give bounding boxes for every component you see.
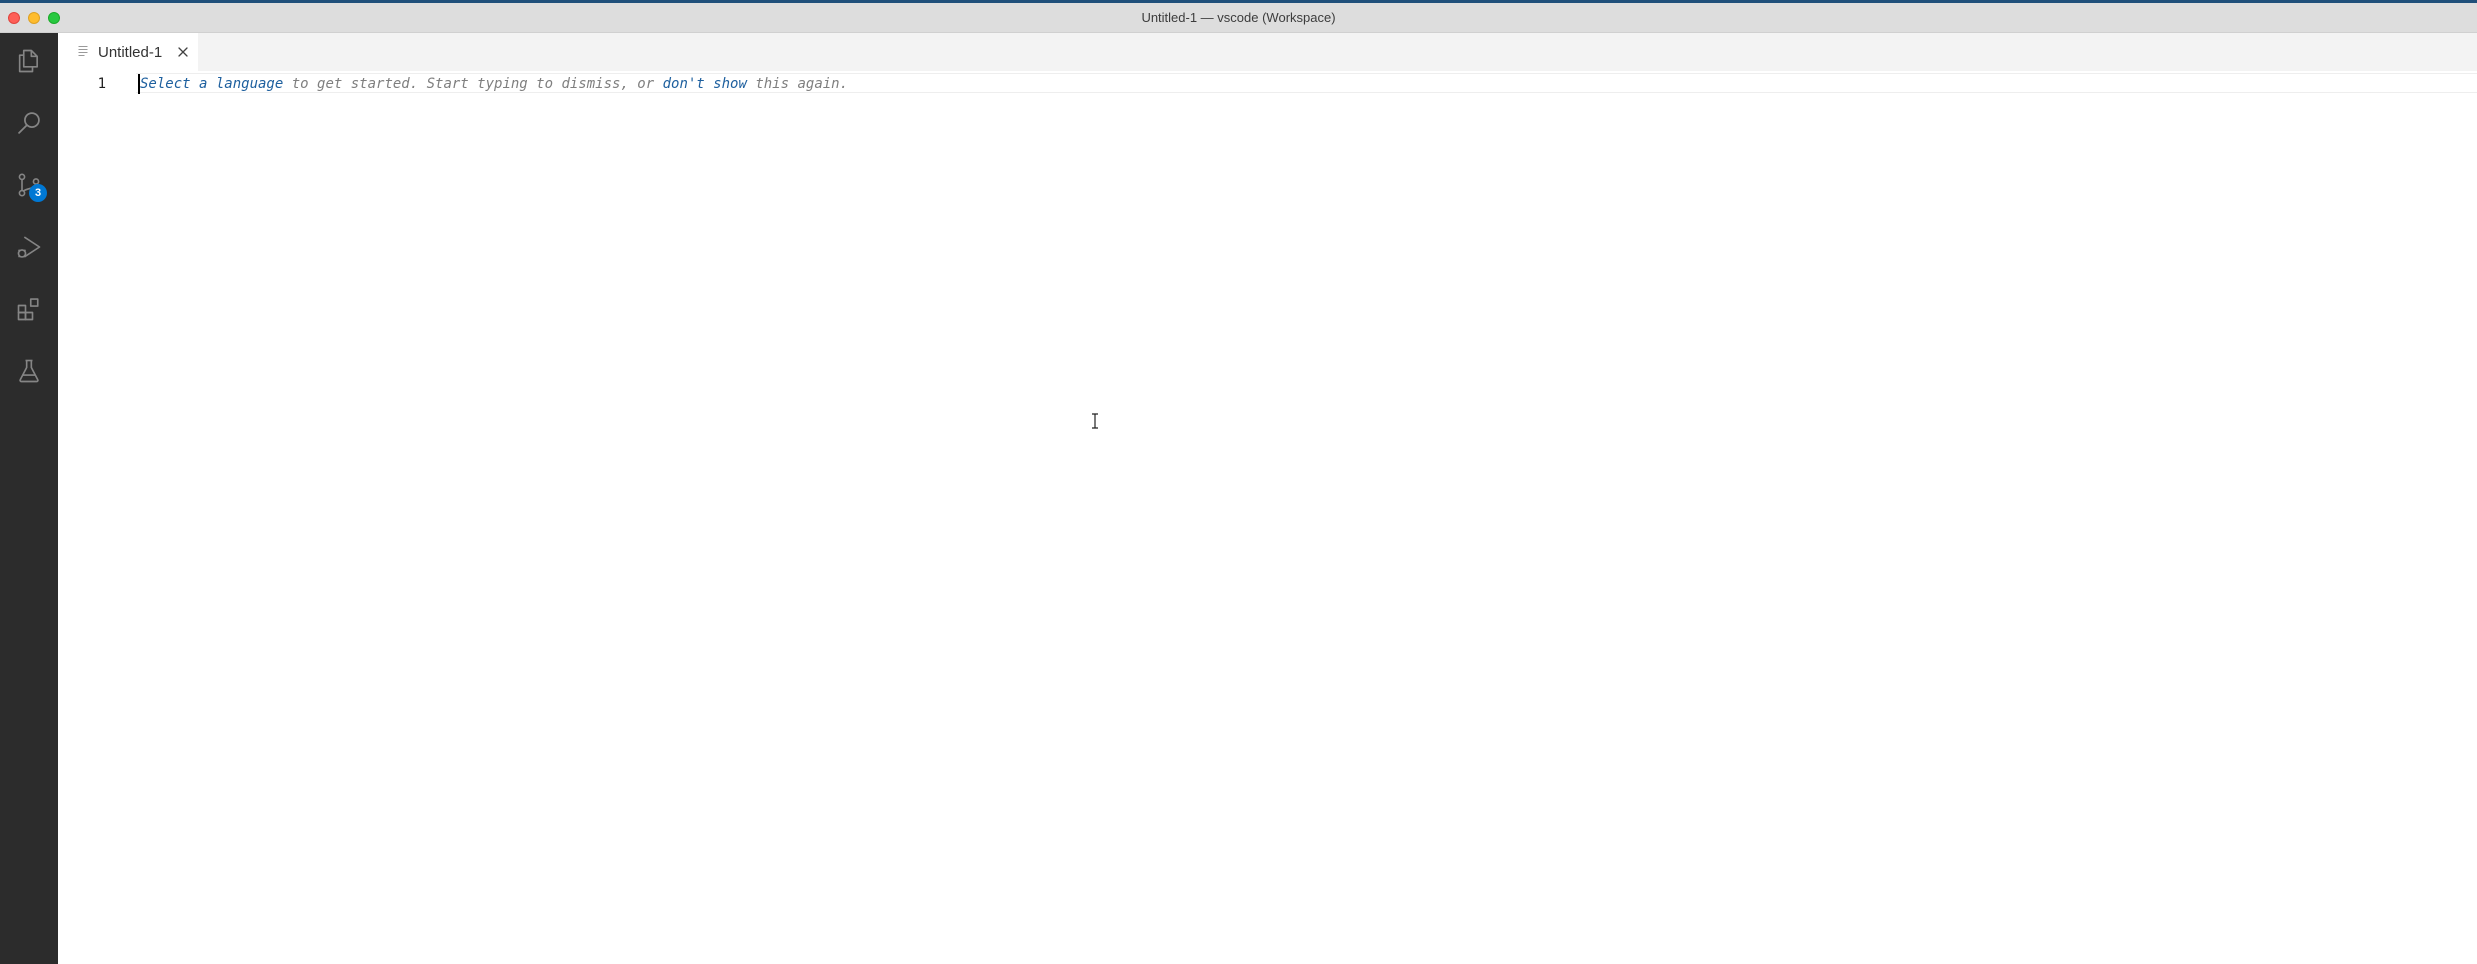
text-cursor [138,74,140,94]
activity-extensions[interactable] [0,281,58,337]
select-language-link[interactable]: Select a language [140,76,283,92]
dont-show-link[interactable]: don't show [663,76,747,92]
close-icon[interactable] [174,43,192,61]
hint-text-2: this again. [746,76,849,92]
beaker-icon [19,359,39,383]
run-debug-icon [17,236,41,258]
activity-bar: 3 [0,33,58,964]
activity-search[interactable] [0,95,58,151]
editor-tab-bar: Untitled-1 [58,33,2477,71]
file-icon [76,44,90,60]
tab-label: Untitled-1 [98,43,163,61]
hint-text-1: to get started. Start typing to dismiss,… [283,76,663,92]
line-number: 1 [97,76,106,92]
activity-source-control[interactable]: 3 [0,157,58,213]
files-icon [18,49,38,73]
search-icon [18,112,40,134]
ibeam-cursor-icon [1092,413,1098,429]
extensions-icon [17,298,39,321]
activity-run-debug[interactable] [0,219,58,275]
vscode-window: Untitled-1 — vscode (Workspace) 3 Untitl… [0,0,2477,964]
tab-untitled-1[interactable]: Untitled-1 [58,33,198,71]
window-title: Untitled-1 — vscode (Workspace) [1141,10,1336,25]
editor-area[interactable]: 1 Select a language to get started. Star… [58,71,2477,964]
title-bar: Untitled-1 — vscode (Workspace) [0,3,2477,33]
activity-explorer[interactable] [0,33,58,89]
empty-editor-hint: Select a language to get started. Start … [140,74,848,94]
activity-testing[interactable] [0,343,58,399]
source-control-badge: 3 [29,184,47,202]
